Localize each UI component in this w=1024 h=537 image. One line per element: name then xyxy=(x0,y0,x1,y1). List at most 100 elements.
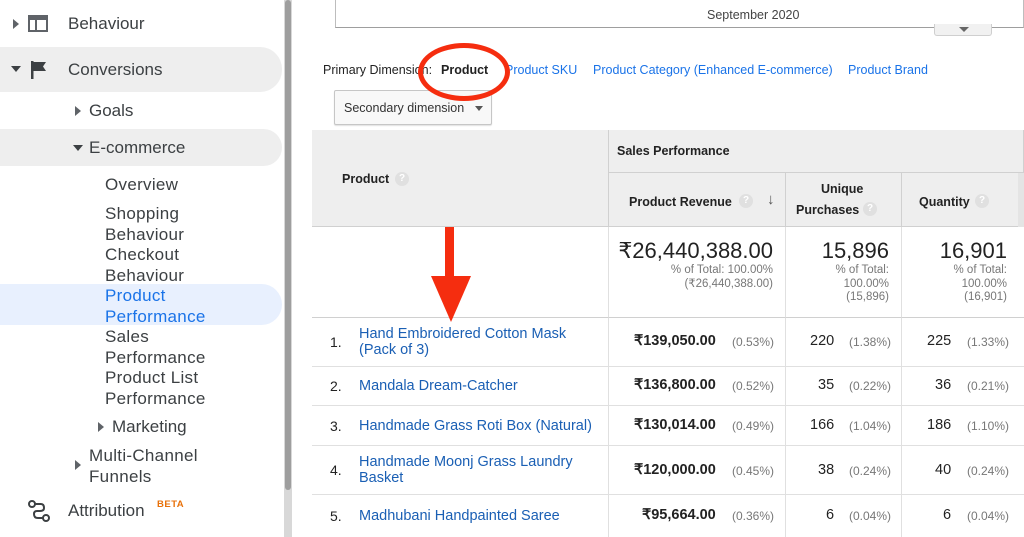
unique-value: 220 xyxy=(810,333,835,349)
column-header-product-revenue[interactable]: Product Revenue ? ↓ xyxy=(609,173,786,227)
nav-label: Checkout xyxy=(105,245,180,264)
unique-value: 6 xyxy=(826,507,835,523)
quantity-value: 40 xyxy=(935,462,952,478)
nav-label: Performance xyxy=(105,347,206,367)
nav-ecommerce[interactable]: E-commerce xyxy=(89,138,185,158)
chart-expand-button[interactable] xyxy=(934,24,992,36)
quantity-value: 186 xyxy=(927,417,952,433)
nav-label: Shopping xyxy=(105,204,180,223)
nav-label: Behaviour xyxy=(105,224,185,244)
unique-pct: (0.04%) xyxy=(849,509,892,523)
product-link[interactable]: Handmade Grass Roti Box (Natural) xyxy=(359,418,619,434)
nav-label: Product List xyxy=(105,368,199,387)
revenue-pct: (0.49%) xyxy=(732,419,775,433)
product-link[interactable]: Madhubani Handpainted Saree xyxy=(359,508,599,524)
help-icon[interactable]: ? xyxy=(975,194,989,208)
help-icon[interactable]: ? xyxy=(739,194,753,208)
nav-label: Multi-Channel xyxy=(89,446,198,465)
quantity-pct: (1.10%) xyxy=(967,419,1010,433)
total-base: (16,901) xyxy=(964,291,1007,303)
revenue-value: ₹120,000.00 xyxy=(634,462,716,478)
total-value: ₹26,440,388.00 xyxy=(618,238,773,263)
product-link[interactable]: Hand Embroidered Cotton Mask (Pack of 3) xyxy=(359,326,599,358)
total-pct-value: 100.00% xyxy=(961,277,1007,290)
totals-quantity: 16,901 % of Total: 100.00% (16,901) xyxy=(902,227,1024,318)
nav-label: Performance xyxy=(105,388,206,408)
column-header-unique-purchases[interactable]: Unique Purchases ? xyxy=(786,173,902,227)
nav-label: Sales xyxy=(105,327,150,346)
total-base: (15,896) xyxy=(846,291,889,303)
nav-label: Performance xyxy=(105,306,206,326)
revenue-value: ₹139,050.00 xyxy=(634,333,716,349)
row-number: 4. xyxy=(330,462,342,478)
revenue-pct: (0.52%) xyxy=(732,379,775,393)
revenue-pct: (0.36%) xyxy=(732,509,775,523)
header-cell-edge xyxy=(1018,173,1024,227)
nav-label: Funnels xyxy=(89,466,152,486)
unique-value: 166 xyxy=(810,417,835,433)
secondary-dimension-label: Secondary dimension xyxy=(344,101,465,115)
nav-overview[interactable]: Overview xyxy=(105,175,178,196)
nav-attribution[interactable]: Attribution xyxy=(68,501,145,521)
row-number: 1. xyxy=(330,334,342,350)
annotation-circle xyxy=(418,43,510,101)
chevron-right-icon[interactable] xyxy=(75,460,81,470)
chevron-right-icon[interactable] xyxy=(75,106,81,116)
sidebar-scrollbar[interactable] xyxy=(284,0,292,537)
header-label: Purchases xyxy=(796,203,860,217)
unique-pct: (1.04%) xyxy=(849,419,892,433)
nav-label: Product xyxy=(105,286,166,305)
nav-product-list-performance[interactable]: Product List Performance xyxy=(105,368,206,409)
nav-conversions[interactable]: Conversions xyxy=(68,60,163,80)
nav-goals[interactable]: Goals xyxy=(89,101,133,121)
nav-checkout-behaviour[interactable]: Checkout Behaviour xyxy=(105,245,184,286)
unique-pct: (0.22%) xyxy=(849,379,892,393)
total-pct-label: % of Total: xyxy=(953,264,1008,276)
header-label: Product Revenue xyxy=(629,195,732,209)
table-row: 2. Mandala Dream-Catcher ₹136,800.00 (0.… xyxy=(312,367,1024,406)
help-icon[interactable]: ? xyxy=(863,202,877,216)
quantity-pct: (0.04%) xyxy=(967,509,1010,523)
table-row: 5. Madhubani Handpainted Saree ₹95,664.0… xyxy=(312,495,1024,537)
column-header-quantity[interactable]: Quantity ? xyxy=(902,173,1024,227)
group-header-label: Sales Performance xyxy=(617,144,730,158)
nav-marketing[interactable]: Marketing xyxy=(112,417,187,437)
scrollbar-thumb[interactable] xyxy=(285,0,291,490)
nav-product-performance[interactable]: Product Performance xyxy=(105,286,206,327)
table-row: 3. Handmade Grass Roti Box (Natural) ₹13… xyxy=(312,406,1024,446)
revenue-value: ₹95,664.00 xyxy=(642,507,716,523)
header-label: Unique xyxy=(821,182,864,196)
nav-sales-performance[interactable]: Sales Performance xyxy=(105,327,206,368)
dimension-product-brand[interactable]: Product Brand xyxy=(848,63,928,77)
help-icon[interactable]: ? xyxy=(395,172,409,186)
totals-unique-purchases: 15,896 % of Total: 100.00% (15,896) xyxy=(786,227,902,318)
row-number: 2. xyxy=(330,378,342,394)
total-value: 16,901 xyxy=(939,238,1007,263)
dimension-product-category[interactable]: Product Category (Enhanced E-commerce) xyxy=(593,63,833,77)
dimension-product-sku[interactable]: Product SKU xyxy=(505,63,577,77)
column-header-product[interactable]: Product ? xyxy=(312,130,609,227)
header-label: Product xyxy=(342,172,390,186)
timeline-chart xyxy=(335,0,1024,28)
chevron-right-icon[interactable] xyxy=(13,19,19,29)
total-pct-label: % of Total: 100.00% xyxy=(670,264,773,276)
nav-multi-channel-funnels[interactable]: Multi-Channel Funnels xyxy=(89,446,198,487)
quantity-value: 36 xyxy=(935,377,952,393)
chevron-down-icon[interactable] xyxy=(11,66,21,72)
revenue-pct: (0.53%) xyxy=(732,335,775,349)
totals-revenue: ₹26,440,388.00 % of Total: 100.00% (₹26,… xyxy=(609,227,786,318)
revenue-value: ₹136,800.00 xyxy=(634,377,716,393)
sort-descending-icon[interactable]: ↓ xyxy=(767,191,775,208)
nav-behaviour[interactable]: Behaviour xyxy=(68,14,145,34)
header-label: Quantity xyxy=(919,195,970,209)
quantity-value: 225 xyxy=(927,333,952,349)
chevron-down-icon[interactable] xyxy=(73,145,83,151)
chevron-right-icon[interactable] xyxy=(98,422,104,432)
revenue-value: ₹130,014.00 xyxy=(634,417,716,433)
quantity-pct: (0.24%) xyxy=(967,464,1010,478)
total-value: 15,896 xyxy=(821,238,889,263)
product-link[interactable]: Mandala Dream-Catcher xyxy=(359,378,599,394)
nav-shopping-behaviour[interactable]: Shopping Behaviour xyxy=(105,204,184,245)
product-link[interactable]: Handmade Moonj Grass Laundry Basket xyxy=(359,454,594,486)
nav-label: Behaviour xyxy=(105,265,185,285)
